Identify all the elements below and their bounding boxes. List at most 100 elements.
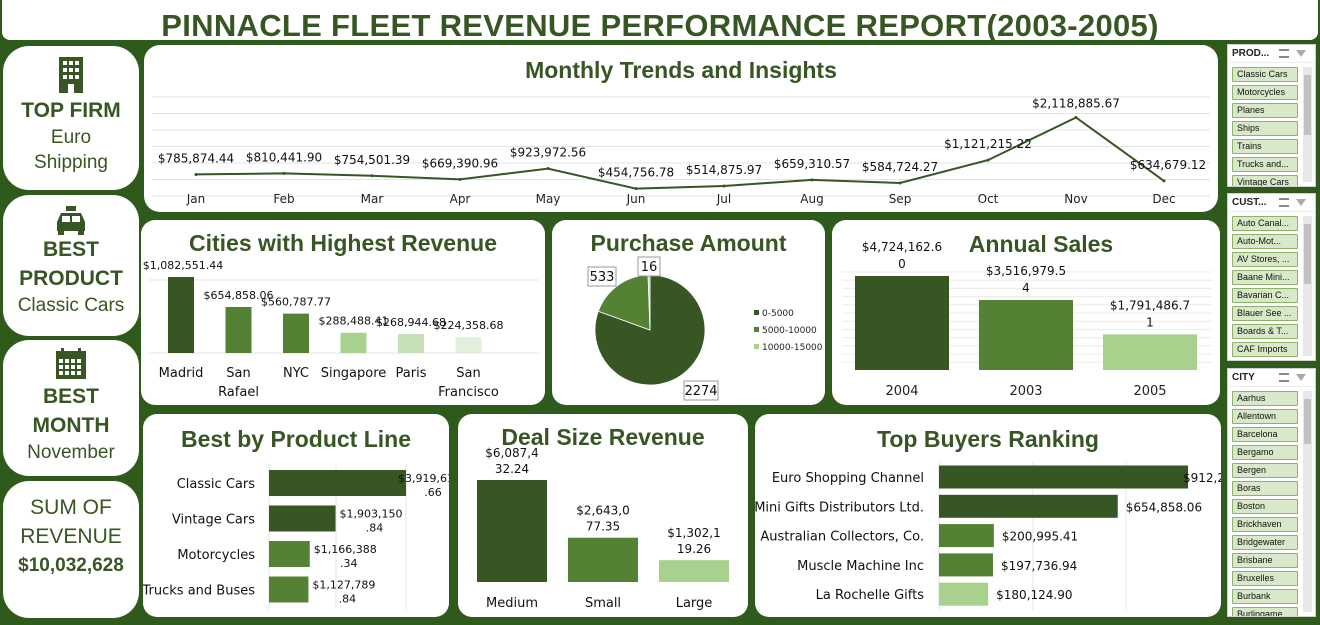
data-label: $1,302,1 [667, 526, 720, 540]
data-label: $197,736.94 [1001, 559, 1077, 573]
kpi-sum-revenue-label-line2: REVENUE [20, 525, 122, 548]
kpi-best-product: BEST PRODUCT Classic Cars [3, 195, 139, 336]
legend-swatch [754, 327, 759, 332]
calendar-icon [56, 348, 86, 379]
slicer-item[interactable]: Trains [1232, 139, 1298, 154]
y-tick-label: Australian Collectors, Co. [760, 530, 924, 545]
data-label: $560,787.77 [261, 296, 331, 309]
bar [340, 332, 367, 353]
slicer-item[interactable]: Brisbane [1232, 553, 1298, 568]
product-line-panel: Best by Product Line Classic Cars $3,919,… [143, 414, 449, 617]
data-label: $2,643,0 [576, 504, 629, 518]
slicer-item[interactable]: Auto Canal... [1232, 216, 1298, 231]
bar [398, 334, 424, 353]
data-label: $1,791,486.7 [1110, 298, 1190, 312]
slicer-item[interactable]: Baane Mini... [1232, 270, 1298, 285]
slicer-title: PROD... [1232, 48, 1270, 59]
slicer-item[interactable]: Trucks and... [1232, 157, 1298, 172]
slicer-item[interactable]: Bergen [1232, 463, 1298, 478]
data-point [634, 187, 638, 191]
bar [568, 537, 638, 582]
data-point [898, 181, 902, 185]
bar [979, 300, 1073, 370]
x-tick-label: Singapore [321, 366, 387, 381]
data-label: 0 [898, 257, 906, 271]
slicer-item[interactable]: Planes [1232, 103, 1298, 118]
data-label: $1,121,215.22 [944, 137, 1032, 151]
x-tick-label: Small [585, 596, 621, 611]
kpi-top-firm-value-line2: Shipping [34, 152, 108, 173]
slicer-title: CUST... [1232, 197, 1267, 208]
slicer-item[interactable]: Burlingame [1232, 607, 1298, 616]
slicer-item[interactable]: Allentown [1232, 409, 1298, 424]
slicer-item[interactable]: Blauer See ... [1232, 306, 1298, 321]
slicer-item[interactable]: Boards & T... [1232, 324, 1298, 339]
city-slicer[interactable]: CITY Aarhus Allentown Barcelona Bergamo Berge… [1227, 368, 1316, 617]
slicer-item[interactable]: Aarhus [1232, 391, 1298, 406]
slicer-item[interactable]: AV Stores, ... [1232, 252, 1298, 267]
multi-select-icon[interactable] [1279, 49, 1289, 58]
annual-sales-chart: $4,724,162.6 0 2004 $3,516,979.5 4 2003 $1,791… [842, 240, 1212, 399]
multi-select-icon[interactable] [1279, 198, 1289, 207]
slicer-header: PROD... [1228, 45, 1315, 63]
bar [269, 541, 310, 567]
x-tick-label: Sep [889, 192, 912, 206]
clear-filter-icon[interactable] [1296, 50, 1306, 57]
y-tick-label: Motorcycles [177, 548, 255, 563]
data-point [986, 158, 990, 162]
legend-label: 0-5000 [762, 309, 794, 319]
customer-slicer[interactable]: CUST... Auto Canal... Auto-Mot... AV Stores… [1227, 193, 1316, 361]
scrollbar-thumb[interactable] [1304, 399, 1311, 444]
multi-select-icon[interactable] [1279, 373, 1289, 382]
slicer-item[interactable]: Brickhaven [1232, 517, 1298, 532]
slicer-item[interactable]: Bridgewater [1232, 535, 1298, 550]
slicer-item[interactable]: Auto-Mot... [1232, 234, 1298, 249]
bar [1103, 334, 1197, 370]
slicer-item[interactable]: Motorcycles [1232, 85, 1298, 100]
bar [269, 470, 406, 496]
slicer-title: CITY [1232, 372, 1255, 383]
y-tick-label: Muscle Machine Inc [797, 559, 924, 574]
slicer-item[interactable]: Burbank [1232, 589, 1298, 604]
slicer-scrollbar[interactable] [1303, 391, 1312, 612]
slicer-scrollbar[interactable] [1303, 216, 1312, 356]
slicer-item[interactable]: Classic Cars [1232, 67, 1298, 82]
clear-filter-icon[interactable] [1296, 374, 1306, 381]
top-buyers-chart: Euro Shopping Channel $912,294.11 Mini Gif… [755, 462, 1221, 610]
bar [939, 465, 1188, 489]
slicer-item[interactable]: Barcelona [1232, 427, 1298, 442]
slicer-item[interactable]: Boras [1232, 481, 1298, 496]
kpi-top-firm-label: TOP FIRM [21, 99, 121, 122]
data-label: $1,166,388 [314, 543, 377, 556]
clear-filter-icon[interactable] [1296, 199, 1306, 206]
product-slicer[interactable]: PROD... Classic Cars Motorcycles Planes Ship… [1227, 44, 1316, 187]
cities-chart: $1,082,551.44Madrid$654,858.06SanRafael$… [143, 259, 539, 400]
bar [939, 524, 994, 548]
slicer-item[interactable]: Ships [1232, 121, 1298, 136]
data-label: $754,501.39 [334, 153, 410, 167]
data-label: $3,919,615 [398, 472, 449, 485]
slicer-item[interactable]: Bruxelles [1232, 571, 1298, 586]
bar [855, 276, 949, 370]
data-point [722, 184, 726, 188]
slicer-header: CITY [1228, 369, 1315, 387]
slicer-item[interactable]: Boston [1232, 499, 1298, 514]
slicer-item[interactable]: Bavarian C... [1232, 288, 1298, 303]
slicer-item[interactable]: Vintage Cars [1232, 175, 1298, 186]
kpi-top-firm: TOP FIRM Euro Shipping [3, 46, 139, 190]
slicer-item[interactable]: CAF Imports [1232, 342, 1298, 357]
deal-size-panel: Deal Size Revenue $6,087,4 32.24 Medium $2,… [458, 414, 748, 617]
scrollbar-thumb[interactable] [1304, 75, 1311, 135]
bar [939, 494, 1118, 518]
data-label: $454,756.78 [598, 166, 674, 180]
y-tick-label: Vintage Cars [172, 513, 255, 528]
data-label: $514,875.97 [686, 163, 762, 177]
slicer-item[interactable]: Bergamo [1232, 445, 1298, 460]
data-label: $180,124.90 [996, 588, 1072, 602]
data-point [194, 172, 198, 176]
slicer-scrollbar[interactable] [1303, 67, 1312, 182]
x-tick-label: Mar [361, 192, 384, 206]
data-label: $669,390.96 [422, 156, 498, 170]
scrollbar-thumb[interactable] [1304, 224, 1311, 284]
kpi-best-product-label-line2: PRODUCT [19, 267, 123, 290]
